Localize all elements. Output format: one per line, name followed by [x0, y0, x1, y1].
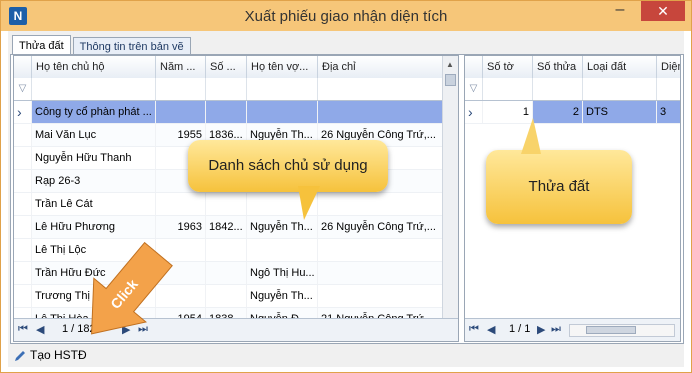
row-selector[interactable] — [14, 193, 32, 215]
table-cell[interactable] — [206, 193, 247, 215]
filter-cell[interactable] — [247, 78, 318, 100]
row-selector[interactable]: › — [14, 101, 32, 123]
table-cell[interactable] — [318, 101, 444, 123]
row-selector[interactable] — [14, 124, 32, 146]
owners-vertical-scrollbar[interactable]: ▲ — [442, 56, 458, 321]
table-cell[interactable]: Rạp 26-3 — [32, 170, 156, 192]
table-cell[interactable] — [206, 101, 247, 123]
callout-owners-list: Danh sách chủ sử dụng — [188, 140, 388, 192]
table-cell[interactable] — [318, 285, 444, 307]
table-cell[interactable]: Lê Hữu Phương — [32, 216, 156, 238]
table-cell[interactable] — [156, 101, 206, 123]
callout-parcel-pointer — [521, 118, 541, 154]
table-cell[interactable] — [156, 193, 206, 215]
row-selector[interactable] — [14, 285, 32, 307]
table-cell[interactable] — [318, 193, 444, 215]
column-header[interactable]: Họ tên vợ... — [247, 56, 318, 78]
table-cell[interactable]: Công ty cổ phàn phát ... — [32, 101, 156, 123]
row-selector[interactable] — [14, 216, 32, 238]
filter-cell[interactable] — [156, 78, 206, 100]
column-header[interactable]: Số ... — [206, 56, 247, 78]
minimize-button[interactable]: – — [607, 1, 633, 21]
table-cell[interactable]: Nguyễn Hữu Thanh — [32, 147, 156, 169]
filter-icon: ▽ — [14, 78, 32, 100]
row-selector[interactable] — [14, 170, 32, 192]
column-header[interactable]: Số thửa — [533, 56, 583, 78]
parcels-navigator: ⏮ ◀ 1 / 1 ▶ ⏭ — [465, 318, 680, 341]
table-cell[interactable]: 1963 — [156, 216, 206, 238]
row-selector[interactable]: › — [465, 101, 483, 123]
filter-icon: ▽ — [465, 78, 483, 100]
table-cell[interactable]: 26 Nguyễn Công Trứ,... — [318, 216, 444, 238]
row-selector[interactable] — [14, 147, 32, 169]
table-cell[interactable] — [247, 101, 318, 123]
filter-cell[interactable] — [583, 78, 657, 100]
filter-cell[interactable] — [206, 78, 247, 100]
column-header[interactable]: Họ tên chủ hộ — [32, 56, 156, 78]
table-cell[interactable]: DTS — [583, 101, 657, 123]
row-selector-header — [465, 56, 483, 78]
tab-strip: Thửa đất Thông tin trên bản vẽ — [12, 35, 193, 56]
row-selector[interactable] — [14, 262, 32, 284]
table-cell[interactable] — [247, 239, 318, 261]
table-row[interactable]: Trần Lê Cát — [14, 193, 458, 216]
scroll-up-icon[interactable]: ▲ — [446, 60, 454, 69]
table-cell[interactable]: Mai Văn Lục — [32, 124, 156, 146]
tab-thua-dat[interactable]: Thửa đất — [12, 35, 71, 56]
table-cell[interactable]: 3 — [657, 101, 680, 123]
table-cell[interactable] — [318, 262, 444, 284]
column-header[interactable]: Loại đất — [583, 56, 657, 78]
scroll-thumb[interactable] — [586, 326, 636, 334]
last-page-icon[interactable]: ⏭ — [551, 323, 561, 336]
table-cell[interactable]: Nguyễn Th... — [247, 285, 318, 307]
pencil-icon — [15, 350, 25, 361]
filter-cell[interactable] — [483, 78, 533, 100]
owners-header-row: Họ tên chủ hộ Năm ... Số ... Họ tên vợ..… — [14, 56, 458, 79]
close-button[interactable]: ✕ — [641, 1, 685, 21]
table-cell[interactable] — [206, 262, 247, 284]
scroll-thumb[interactable] — [445, 74, 456, 86]
table-cell[interactable] — [206, 285, 247, 307]
prev-page-icon[interactable]: ◀ — [36, 323, 44, 336]
row-selector[interactable] — [14, 239, 32, 261]
horizontal-scrollbar[interactable] — [569, 324, 675, 337]
table-cell[interactable] — [206, 239, 247, 261]
filter-cell[interactable] — [32, 78, 156, 100]
filter-cell[interactable] — [318, 78, 444, 100]
callout-parcel: Thửa đất — [486, 150, 632, 224]
table-cell[interactable] — [318, 239, 444, 261]
table-row[interactable]: › 1 2 DTS 3 — [465, 101, 680, 124]
parcels-filter-row[interactable]: ▽ — [465, 78, 680, 101]
owners-filter-row[interactable]: ▽ — [14, 78, 458, 101]
table-cell[interactable]: Trần Lê Cát — [32, 193, 156, 215]
page-indicator: 1 / 1 — [509, 323, 531, 335]
row-selector-header — [14, 56, 32, 78]
column-header[interactable]: Địa chỉ — [318, 56, 444, 78]
column-header[interactable]: Số tờ — [483, 56, 533, 78]
column-header[interactable]: Diện — [657, 56, 680, 78]
prev-page-icon[interactable]: ◀ — [487, 323, 495, 336]
table-row[interactable]: › Công ty cổ phàn phát ... — [14, 101, 458, 124]
parcels-header-row: Số tờ Số thửa Loại đất Diện — [465, 56, 680, 79]
window-title: Xuất phiếu giao nhận diện tích — [244, 8, 448, 25]
callout-owners-pointer — [298, 186, 320, 220]
column-header[interactable]: Năm ... — [156, 56, 206, 78]
filter-cell[interactable] — [533, 78, 583, 100]
first-page-icon[interactable]: ⏮ — [18, 323, 28, 336]
table-cell[interactable]: Ngô Thị Hu... — [247, 262, 318, 284]
table-cell[interactable]: 1842... — [206, 216, 247, 238]
next-page-icon[interactable]: ▶ — [537, 323, 545, 336]
first-page-icon[interactable]: ⏮ — [469, 323, 479, 336]
title-bar: N Xuất phiếu giao nhận diện tích – ✕ — [1, 1, 691, 31]
